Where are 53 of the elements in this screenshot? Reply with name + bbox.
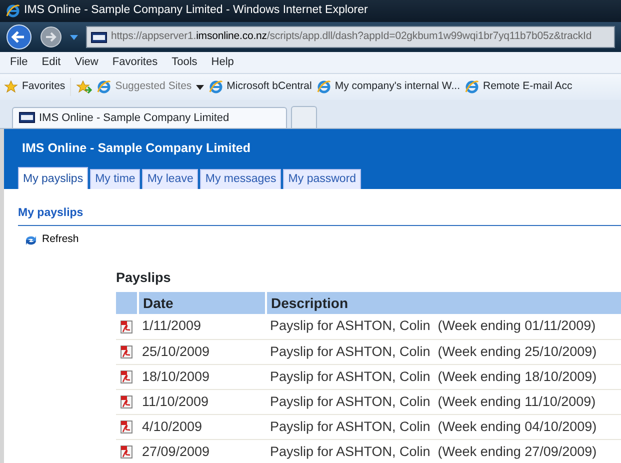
table-title: Payslips (116, 269, 172, 287)
page-tab[interactable]: My password (283, 169, 362, 189)
section-title: My payslips (18, 205, 621, 226)
menu-item[interactable]: Tools (172, 54, 198, 71)
column-header: Description (266, 292, 621, 314)
caret-icon (196, 84, 204, 90)
page-tab[interactable]: My messages (200, 169, 282, 189)
description-cell: Payslip for ASHTON, Colin (Week ending 18/10/2009) (266, 364, 621, 390)
favorite-link[interactable]: Suggested Sites (97, 79, 204, 95)
favorite-link[interactable]: Microsoft bCentral (208, 79, 312, 95)
refresh-icon (24, 234, 38, 247)
pdf-file-icon[interactable] (120, 320, 133, 334)
pdf-file-icon[interactable] (120, 345, 133, 360)
table-header-cell (116, 292, 138, 314)
page-tab[interactable]: My payslips (18, 167, 88, 189)
site-logo-icon (19, 112, 35, 124)
menu-item[interactable]: Help (211, 54, 234, 71)
url-text: https://appserver1.imsonline.co.nz/scripts/app.dll/dash?appId=02gkbum1w99wqi1br7yq11b7b05z&trackId (111, 29, 592, 44)
date-cell: 4/10/2009 (138, 414, 266, 440)
page-title: IMS Online - Sample Company Limited (21, 140, 252, 157)
page-tab[interactable]: My time (90, 169, 140, 189)
description-cell: Payslip for ASHTON, Colin (Week ending 01/11/2009) (266, 314, 621, 340)
menu-item[interactable]: Edit (42, 54, 61, 71)
dropdown-caret-icon[interactable] (70, 34, 78, 40)
pdf-file-icon[interactable] (120, 370, 133, 384)
description-cell: Payslip for ASHTON, Colin (Week ending 25/10/2009) (266, 339, 621, 364)
date-cell: 18/10/2009 (138, 364, 266, 390)
date-cell: 27/09/2009 (138, 439, 266, 463)
description-cell: Payslip for ASHTON, Colin (Week ending 11/10/2009) (266, 389, 621, 414)
browser-logo-icon (6, 4, 20, 18)
date-cell: 11/10/2009 (138, 389, 266, 414)
refresh-button[interactable]: Refresh (24, 232, 79, 248)
window-title: IMS Online - Sample Company Limited - Windows Internet Explorer (24, 3, 368, 18)
menu-item[interactable]: File (10, 54, 28, 71)
menu-item[interactable]: View (74, 54, 98, 71)
favorites-button[interactable]: Favorites (4, 79, 66, 95)
menu-item[interactable]: Favorites (112, 54, 158, 71)
address-field[interactable]: https://appserver1.imsonline.co.nz/scripts/app.dll/dash?appId=02gkbum1w99wqi1br7yq11b7b05z&trackId (86, 26, 615, 48)
site-logo-icon (91, 32, 107, 42)
date-cell: 1/11/2009 (138, 314, 266, 340)
browser-tab[interactable]: IMS Online - Sample Company Limited (12, 106, 287, 128)
date-cell: 25/10/2009 (138, 339, 266, 364)
column-header: Date (138, 292, 266, 314)
description-cell: Payslip for ASHTON, Colin (Week ending 04/10/2009) (266, 414, 621, 440)
star-icon (4, 80, 18, 94)
description-cell: Payslip for ASHTON, Colin (Week ending 27/09/2009) (266, 439, 621, 463)
favorite-link[interactable]: My company's internal W... (316, 79, 460, 95)
page-tab[interactable]: My leave (142, 169, 198, 189)
pdf-file-icon[interactable] (120, 395, 133, 410)
add-favorite-icon[interactable] (76, 80, 92, 94)
favorite-link[interactable]: Remote E-mail Acc (465, 79, 572, 95)
pdf-file-icon[interactable] (120, 420, 133, 434)
pdf-file-icon[interactable] (120, 445, 133, 460)
